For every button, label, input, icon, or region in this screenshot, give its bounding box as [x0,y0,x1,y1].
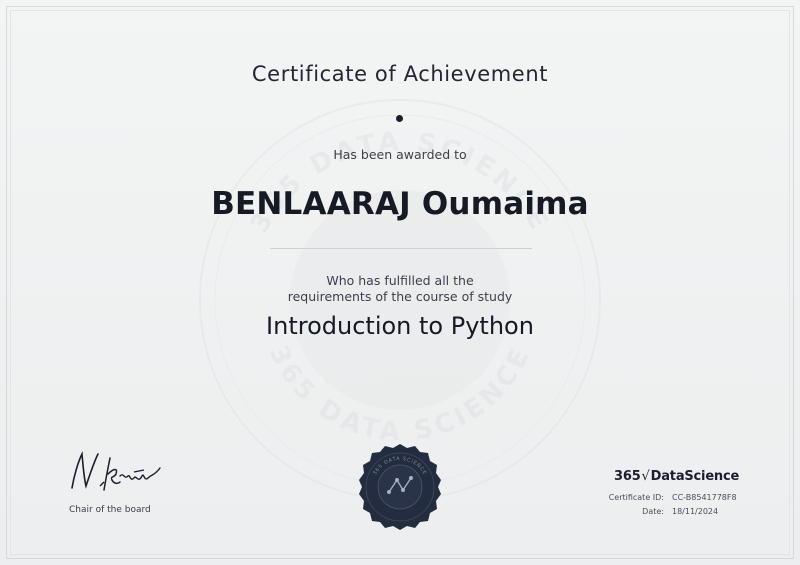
certificate-id-row: Certificate ID: CC-B8541778F8 [598,491,737,505]
fulfilled-line-2: requirements of the course of study [287,289,513,304]
signature-image [71,451,161,491]
course-title: Introduction to Python [266,312,534,340]
certificate-id-label: Certificate ID: [608,493,664,502]
seal-badge: 365 DATA SCIENCE [359,444,441,530]
certificate-page: 365 DATA SCIENCE 365 DATA SCIENCE Certif… [0,0,800,565]
brand-name: DataScience [650,469,740,484]
recipient-name: BENLAARAJ Oumaima [211,186,589,222]
certificate-id-value: CC-B8541778F8 [672,493,737,502]
brand-sqrt-icon: √ [641,469,650,484]
fulfilled-line-1: Who has fulfilled all the [326,273,474,288]
awarded-text: Has been awarded to [333,147,467,162]
divider [270,248,532,249]
signature-role: Chair of the board [69,505,151,515]
date-value: 18/11/2024 [672,507,719,516]
brand-number: 365 [614,469,641,484]
certificate-title: Certificate of Achievement [251,62,549,86]
certificate-meta: Certificate ID: CC-B8541778F8 Date: 18/1… [598,491,737,519]
fulfilled-text: Who has fulfilled all the requirements o… [0,273,800,305]
date-label: Date: [642,507,664,516]
title-bullet [396,115,403,122]
date-row: Date: 18/11/2024 [598,505,737,519]
brand-logo: 365√DataScience [614,469,739,484]
